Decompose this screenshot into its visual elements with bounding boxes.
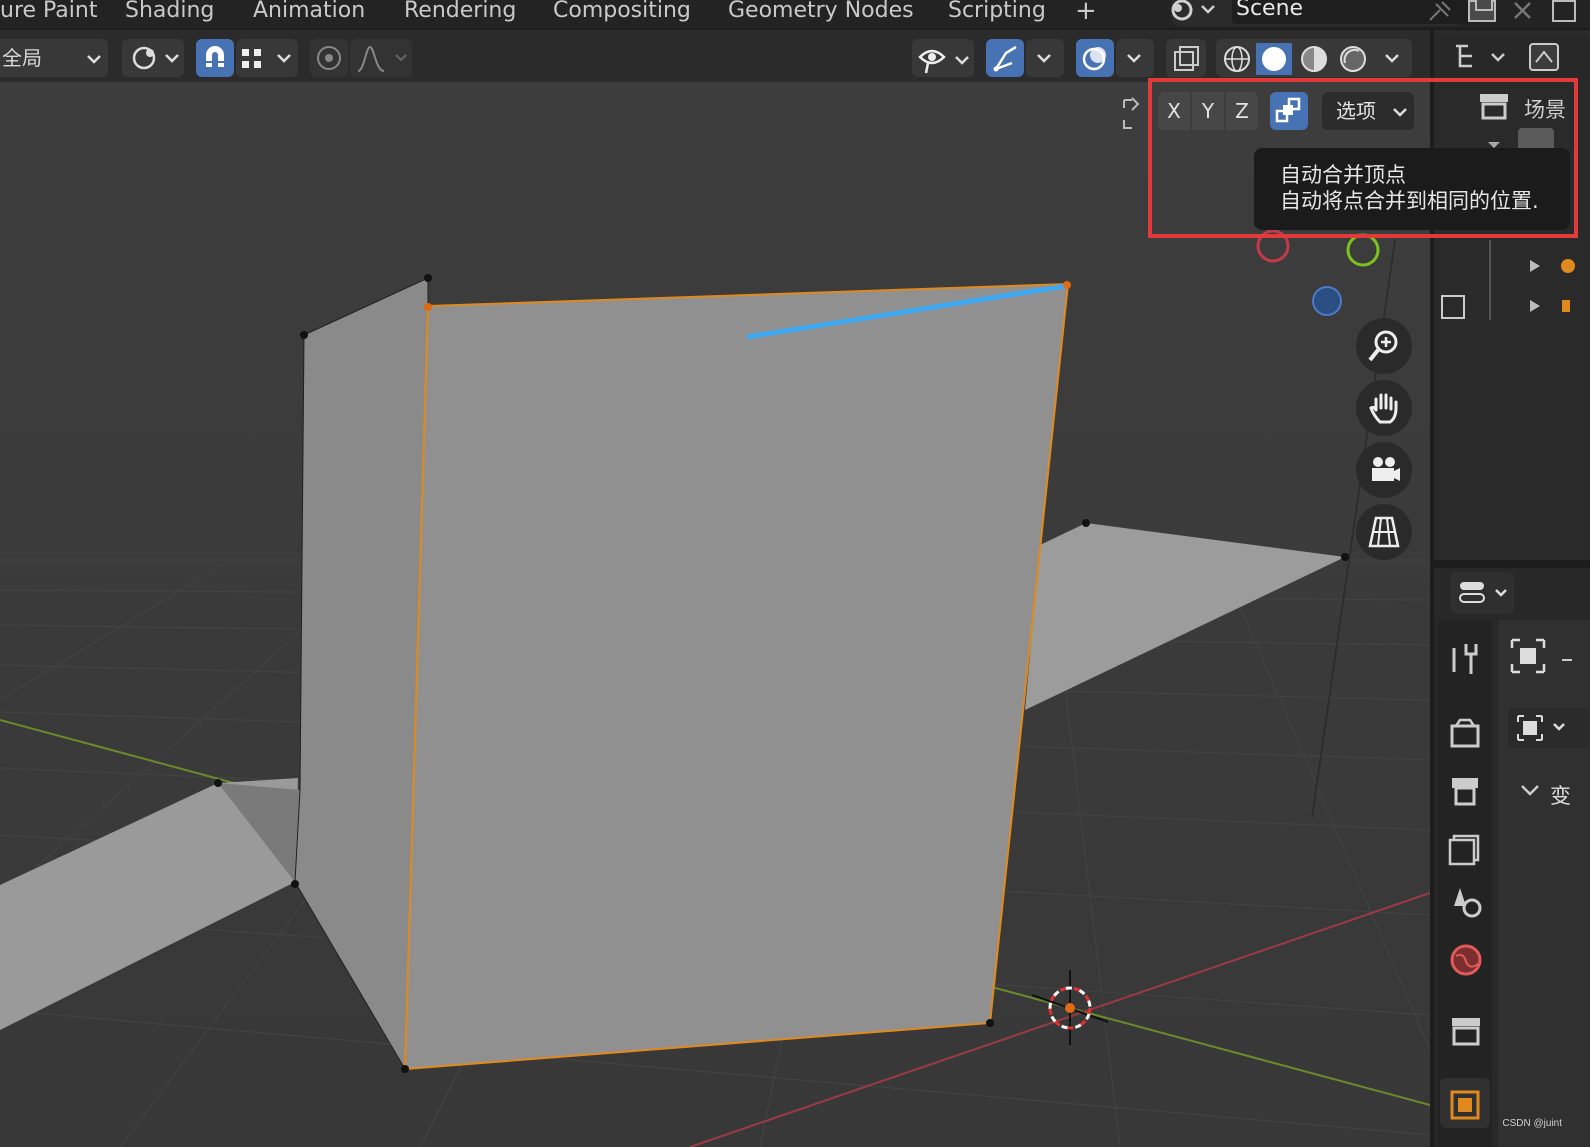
mirror-z-button[interactable]: Z bbox=[1226, 92, 1258, 130]
outliner-object-rows[interactable] bbox=[1438, 240, 1590, 330]
chevron-down-icon bbox=[1037, 54, 1051, 63]
zoom-button[interactable] bbox=[1356, 318, 1412, 374]
pan-button[interactable] bbox=[1356, 380, 1412, 436]
snap-grid-icon bbox=[242, 49, 291, 68]
chevron-down-icon[interactable] bbox=[1385, 54, 1399, 63]
options-label: 选项 bbox=[1336, 99, 1376, 123]
xray-icon bbox=[1174, 46, 1199, 71]
rendered-shading-icon[interactable] bbox=[1340, 46, 1366, 72]
view-layer-icon[interactable] bbox=[1550, 0, 1580, 24]
gizmo-icon bbox=[993, 45, 1017, 72]
visibility-dropdown[interactable] bbox=[912, 39, 974, 77]
tab-rendering[interactable]: Rendering bbox=[404, 0, 516, 24]
orientation-dropdown[interactable]: 全局 bbox=[0, 39, 108, 77]
tab-scripting[interactable]: Scripting bbox=[948, 0, 1046, 24]
collection-icon bbox=[1480, 94, 1508, 120]
auto-merge-icon bbox=[1275, 97, 1301, 123]
viewport-canvas[interactable] bbox=[0, 82, 1430, 1147]
tab-compositing[interactable]: Compositing bbox=[553, 0, 691, 24]
tool-tab-icon[interactable] bbox=[1446, 640, 1486, 680]
overlay-dropdown[interactable] bbox=[1116, 39, 1154, 77]
falloff-curve-icon bbox=[357, 45, 407, 72]
scene-icon[interactable] bbox=[1164, 0, 1224, 24]
hand-icon bbox=[1369, 393, 1398, 424]
object-selector-dropdown[interactable] bbox=[1508, 708, 1590, 748]
camera-icon bbox=[1372, 457, 1400, 481]
tab-shading[interactable]: Shading bbox=[125, 0, 214, 24]
mirror-y-button[interactable]: Y bbox=[1192, 92, 1224, 130]
tab-geometry-nodes[interactable]: Geometry Nodes bbox=[728, 0, 914, 24]
perspective-toggle-button[interactable] bbox=[1356, 504, 1412, 560]
new-scene-icon[interactable] bbox=[1466, 0, 1500, 24]
falloff-dropdown[interactable] bbox=[350, 39, 412, 77]
proportional-edit-toggle[interactable] bbox=[310, 39, 348, 77]
tooltip: 自动合并顶点 自动将点合并到相同的位置. bbox=[1254, 148, 1570, 230]
material-shading-icon[interactable] bbox=[1301, 46, 1327, 72]
filter-icon[interactable] bbox=[1526, 40, 1566, 74]
output-tab-icon[interactable] bbox=[1446, 772, 1486, 812]
truncated-label-icon bbox=[1562, 659, 1572, 661]
add-workspace-button[interactable]: + bbox=[1075, 0, 1097, 24]
chevron-down-icon bbox=[1127, 54, 1141, 63]
properties-editor-icon bbox=[1459, 582, 1507, 603]
shading-mode-group bbox=[1216, 39, 1412, 77]
gizmo-z-negative[interactable] bbox=[1312, 286, 1342, 316]
selected-vertex[interactable] bbox=[424, 303, 432, 311]
object-tab[interactable] bbox=[1440, 1078, 1490, 1128]
selected-face[interactable] bbox=[403, 282, 1070, 1071]
tab-animation[interactable]: Animation bbox=[253, 0, 365, 24]
pivot-icon bbox=[132, 46, 179, 70]
grid-perspective-icon bbox=[1368, 516, 1400, 548]
snap-target-dropdown[interactable] bbox=[236, 39, 298, 77]
watermark: CSDN @juint bbox=[1502, 1118, 1562, 1129]
collection-tab-icon[interactable] bbox=[1446, 1012, 1486, 1052]
wireframe-shading-icon[interactable] bbox=[1224, 46, 1250, 72]
overlay-icon bbox=[1082, 47, 1106, 71]
solid-shading-icon[interactable] bbox=[1262, 47, 1286, 71]
close-scene-icon[interactable] bbox=[1510, 0, 1536, 24]
options-dropdown[interactable]: 选项 bbox=[1322, 92, 1414, 130]
object-data-icon bbox=[1517, 715, 1565, 741]
mirror-x-button[interactable]: X bbox=[1158, 92, 1190, 130]
object-mode-icon[interactable] bbox=[1508, 636, 1548, 676]
tooltip-title: 自动合并顶点 bbox=[1280, 163, 1406, 187]
pin-icon[interactable] bbox=[1424, 0, 1454, 22]
orientation-label: 全局 bbox=[2, 46, 42, 70]
outliner-display-mode-icon[interactable] bbox=[1452, 42, 1512, 72]
magnet-icon bbox=[206, 46, 224, 67]
proportional-edit-icon bbox=[317, 46, 341, 70]
scene-name: Scene bbox=[1236, 0, 1304, 21]
xray-toggle[interactable] bbox=[1166, 39, 1206, 77]
camera-view-button[interactable] bbox=[1356, 442, 1412, 498]
gizmo-toggle[interactable] bbox=[986, 39, 1024, 77]
scene-tab-icon[interactable] bbox=[1446, 884, 1486, 924]
editor-type-dropdown[interactable] bbox=[1450, 572, 1514, 614]
chevron-down-icon bbox=[1393, 108, 1407, 117]
auto-merge-button[interactable] bbox=[1270, 92, 1308, 130]
world-tab-icon[interactable] bbox=[1446, 940, 1486, 980]
overlay-toggle[interactable] bbox=[1076, 39, 1114, 77]
tab-texture-paint[interactable]: ure Paint bbox=[0, 0, 97, 24]
eye-icon bbox=[918, 49, 969, 74]
zoom-icon bbox=[1368, 330, 1398, 362]
render-tab-icon[interactable] bbox=[1446, 714, 1486, 754]
transform-section-label[interactable]: 变 bbox=[1550, 780, 1571, 810]
tooltip-description: 自动将点合并到相同的位置. bbox=[1280, 189, 1539, 213]
chevron-down-icon[interactable] bbox=[1518, 780, 1548, 804]
properties-content bbox=[1498, 620, 1590, 1147]
gizmo-dropdown[interactable] bbox=[1026, 39, 1064, 77]
pivot-point-dropdown[interactable] bbox=[122, 39, 184, 77]
snap-toggle[interactable] bbox=[196, 39, 234, 77]
scene-collection-label[interactable]: 场景 bbox=[1524, 94, 1566, 124]
outliner-header bbox=[1434, 36, 1590, 80]
workspace-tab-bar: ure Paint Shading Animation Rendering Co… bbox=[0, 0, 1590, 28]
chevron-down-icon bbox=[87, 55, 101, 64]
shading-icons bbox=[1224, 43, 1399, 75]
view-layer-tab-icon[interactable] bbox=[1446, 828, 1486, 868]
object-tab-icon bbox=[1450, 1090, 1480, 1120]
3d-viewport[interactable] bbox=[0, 82, 1430, 1147]
selected-vertex[interactable] bbox=[1063, 281, 1071, 289]
